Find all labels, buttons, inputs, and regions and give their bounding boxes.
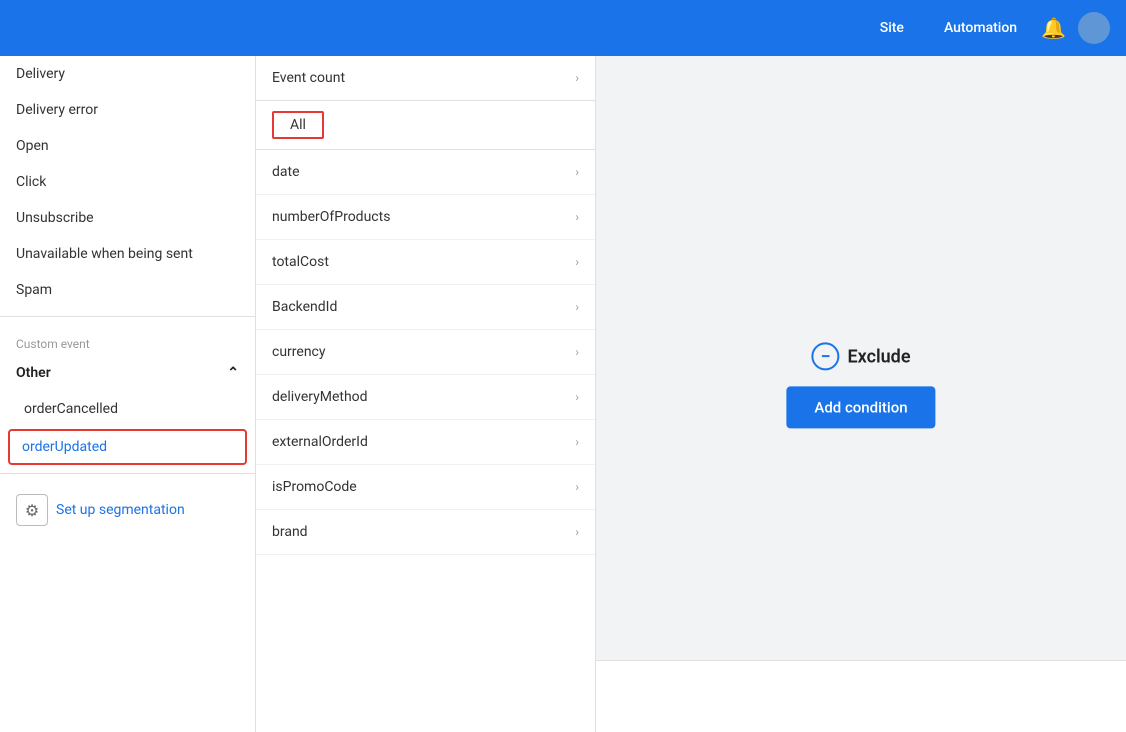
exclude-icon: − xyxy=(811,342,839,370)
chevron-right-icon: › xyxy=(575,255,579,269)
left-item-click[interactable]: Click xyxy=(0,164,255,200)
chevron-right-icon: › xyxy=(575,165,579,179)
other-group-header[interactable]: Other ⌃ xyxy=(0,355,255,391)
left-item-delivery[interactable]: Delivery xyxy=(0,56,255,92)
filter-is-promo-code[interactable]: isPromoCode › xyxy=(256,465,595,510)
chevron-right-icon: › xyxy=(575,480,579,494)
left-panel: Delivery Delivery error Open Click Unsub… xyxy=(0,56,256,732)
right-panel: − Exclude Add condition xyxy=(596,56,1126,732)
top-navigation: Site Automation 🔔 xyxy=(0,0,1126,56)
filter-is-promo-code-label: isPromoCode xyxy=(272,479,357,495)
filter-currency[interactable]: currency › xyxy=(256,330,595,375)
exclude-section: − Exclude Add condition xyxy=(786,342,935,428)
exclude-row: − Exclude xyxy=(811,342,910,370)
chevron-right-icon: › xyxy=(575,435,579,449)
divider-2 xyxy=(0,473,255,474)
chevron-right-icon: › xyxy=(575,345,579,359)
filter-delivery-method[interactable]: deliveryMethod › xyxy=(256,375,595,420)
filter-total-cost-label: totalCost xyxy=(272,254,329,270)
filter-backend-id[interactable]: BackendId › xyxy=(256,285,595,330)
nav-site[interactable]: Site xyxy=(872,16,912,40)
filter-external-order-id-label: externalOrderId xyxy=(272,434,368,450)
event-count-label: Event count xyxy=(272,70,345,86)
all-button[interactable]: All xyxy=(272,111,324,139)
left-item-open[interactable]: Open xyxy=(0,128,255,164)
custom-event-label: Custom event xyxy=(0,325,255,355)
setup-segmentation-label: Set up segmentation xyxy=(56,502,185,518)
filter-number-of-products[interactable]: numberOfProducts › xyxy=(256,195,595,240)
left-item-delivery-error[interactable]: Delivery error xyxy=(0,92,255,128)
chevron-right-icon: › xyxy=(575,300,579,314)
filter-date[interactable]: date › xyxy=(256,150,595,195)
setup-segmentation-btn[interactable]: ⚙ Set up segmentation xyxy=(0,482,255,538)
left-item-unsubscribe[interactable]: Unsubscribe xyxy=(0,200,255,236)
filter-total-cost[interactable]: totalCost › xyxy=(256,240,595,285)
filter-currency-label: currency xyxy=(272,344,326,360)
nav-automation[interactable]: Automation xyxy=(936,16,1025,40)
left-item-spam[interactable]: Spam xyxy=(0,272,255,308)
left-item-unavailable[interactable]: Unavailable when being sent xyxy=(0,236,255,272)
event-count-chevron: › xyxy=(575,71,579,85)
bell-icon[interactable]: 🔔 xyxy=(1041,16,1066,40)
nav-links: Site Automation xyxy=(872,16,1025,40)
divider-1 xyxy=(0,316,255,317)
nav-icons: 🔔 xyxy=(1041,12,1110,44)
middle-panel: Event count › All date › numberOfProduct… xyxy=(256,56,596,732)
order-cancelled-item[interactable]: orderCancelled xyxy=(0,391,255,427)
order-updated-item[interactable]: orderUpdated xyxy=(8,429,247,465)
filter-brand-label: brand xyxy=(272,524,308,540)
chevron-right-icon: › xyxy=(575,525,579,539)
filter-external-order-id[interactable]: externalOrderId › xyxy=(256,420,595,465)
chevron-right-icon: › xyxy=(575,390,579,404)
filter-delivery-method-label: deliveryMethod xyxy=(272,389,368,405)
filter-backend-id-label: BackendId xyxy=(272,299,337,315)
filter-date-label: date xyxy=(272,164,300,180)
filter-number-of-products-label: numberOfProducts xyxy=(272,209,390,225)
other-label: Other xyxy=(16,365,51,381)
all-button-container: All xyxy=(256,101,595,150)
add-condition-button[interactable]: Add condition xyxy=(786,386,935,428)
exclude-label: Exclude xyxy=(847,346,910,367)
avatar[interactable] xyxy=(1078,12,1110,44)
event-count-header: Event count › xyxy=(256,56,595,101)
chevron-up-icon: ⌃ xyxy=(227,365,239,381)
chevron-right-icon: › xyxy=(575,210,579,224)
main-content: Analytics Delivery Delivery error Open C… xyxy=(0,56,1126,732)
gear-icon: ⚙ xyxy=(16,494,48,526)
filter-brand[interactable]: brand › xyxy=(256,510,595,555)
